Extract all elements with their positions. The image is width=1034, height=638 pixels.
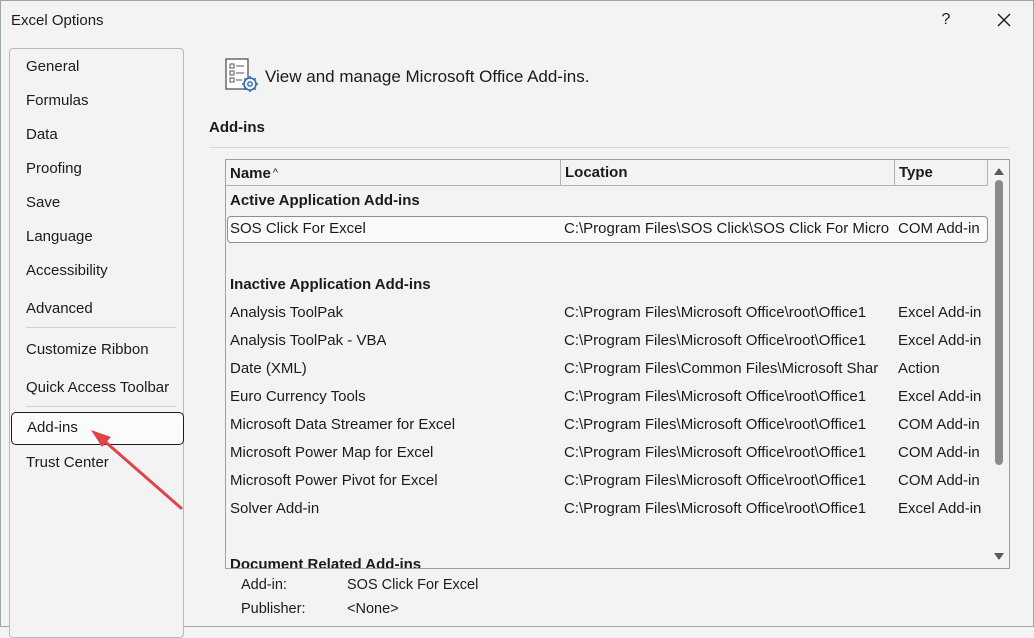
row-type[interactable]: COM Add-in (898, 416, 980, 433)
row-location[interactable]: C:\Program Files\Microsoft Office\root\O… (564, 388, 889, 405)
nav-item-trust-center[interactable]: Trust Center (26, 454, 109, 471)
row-name[interactable]: Solver Add-in (230, 500, 319, 517)
help-button[interactable]: ? (931, 7, 961, 33)
row-location[interactable]: C:\Program Files\Microsoft Office\root\O… (564, 444, 889, 461)
nav-item-data[interactable]: Data (26, 126, 58, 143)
row-name[interactable]: Date (XML) (230, 360, 307, 377)
column-header-type[interactable]: Type (895, 160, 988, 186)
row-location[interactable]: C:\Program Files\Microsoft Office\root\O… (564, 304, 889, 321)
nav-item-customize-ribbon[interactable]: Customize Ribbon (26, 341, 149, 358)
row-location[interactable]: C:\Program Files\Microsoft Office\root\O… (564, 416, 889, 433)
section-divider (209, 147, 1009, 148)
column-header-name[interactable]: Name ^ (226, 160, 561, 186)
nav-item-quick-access-toolbar[interactable]: Quick Access Toolbar (26, 379, 169, 396)
vertical-scrollbar[interactable] (988, 160, 1009, 568)
publisher-label: Publisher: (241, 601, 306, 617)
nav-item-advanced[interactable]: Advanced (26, 300, 93, 317)
addin-value: SOS Click For Excel (347, 577, 479, 593)
section-title: Add-ins (209, 119, 265, 136)
row-type[interactable]: COM Add-in (898, 472, 980, 489)
sort-ascending-icon: ^ (272, 167, 279, 179)
row-type[interactable]: COM Add-in (898, 220, 980, 237)
close-icon (997, 13, 1011, 27)
scrollbar-thumb[interactable] (995, 180, 1003, 465)
row-location[interactable]: C:\Program Files\Microsoft Office\root\O… (564, 332, 889, 349)
column-header-name-label: Name (230, 165, 271, 182)
row-type[interactable]: COM Add-in (898, 444, 980, 461)
row-type[interactable]: Excel Add-in (898, 388, 981, 405)
row-type[interactable]: Excel Add-in (898, 304, 981, 321)
category-nav: General Formulas Data Proofing Save Lang… (9, 48, 184, 638)
row-name[interactable]: Analysis ToolPak - VBA (230, 332, 386, 349)
nav-divider (26, 406, 176, 407)
nav-item-formulas[interactable]: Formulas (26, 92, 89, 109)
nav-item-proofing[interactable]: Proofing (26, 160, 82, 177)
title-bar: Excel Options ? (1, 1, 1033, 39)
row-location[interactable]: C:\Program Files\Microsoft Office\root\O… (564, 500, 889, 517)
nav-item-language[interactable]: Language (26, 228, 93, 245)
row-location[interactable]: C:\Program Files\SOS Click\SOS Click For… (564, 220, 889, 237)
close-button[interactable] (989, 7, 1019, 33)
group-header: Inactive Application Add-ins (230, 276, 431, 293)
row-name[interactable]: Euro Currency Tools (230, 388, 366, 405)
nav-item-accessibility[interactable]: Accessibility (26, 262, 108, 279)
excel-options-dialog: Excel Options ? General Formulas Data Pr… (0, 0, 1034, 638)
row-name[interactable]: Microsoft Power Map for Excel (230, 444, 433, 461)
row-type[interactable]: Excel Add-in (898, 332, 981, 349)
page-heading: View and manage Microsoft Office Add-ins… (265, 67, 590, 86)
row-name[interactable]: SOS Click For Excel (230, 220, 366, 237)
group-header: Active Application Add-ins (230, 192, 420, 209)
row-location[interactable]: C:\Program Files\Microsoft Office\root\O… (564, 472, 889, 489)
add-ins-list[interactable]: Name ^ Location Type Active Application A… (225, 159, 1010, 569)
window-title: Excel Options (11, 12, 104, 29)
add-ins-manage-icon (225, 58, 258, 92)
nav-item-add-ins[interactable]: Add-ins (11, 412, 184, 445)
row-name[interactable]: Microsoft Power Pivot for Excel (230, 472, 438, 489)
nav-item-general[interactable]: General (26, 58, 79, 75)
scroll-up-icon[interactable] (993, 166, 1005, 176)
group-header: Document Related Add-ins (230, 556, 422, 569)
row-name[interactable]: Analysis ToolPak (230, 304, 343, 321)
nav-divider (26, 327, 176, 328)
addin-label: Add-in: (241, 577, 287, 593)
row-type[interactable]: Action (898, 360, 940, 377)
nav-item-save[interactable]: Save (26, 194, 60, 211)
scroll-down-icon[interactable] (993, 552, 1005, 562)
publisher-value: <None> (347, 601, 399, 617)
row-name[interactable]: Microsoft Data Streamer for Excel (230, 416, 455, 433)
row-type[interactable]: Excel Add-in (898, 500, 981, 517)
column-header-location[interactable]: Location (561, 160, 895, 186)
row-location[interactable]: C:\Program Files\Common Files\Microsoft … (564, 360, 889, 377)
